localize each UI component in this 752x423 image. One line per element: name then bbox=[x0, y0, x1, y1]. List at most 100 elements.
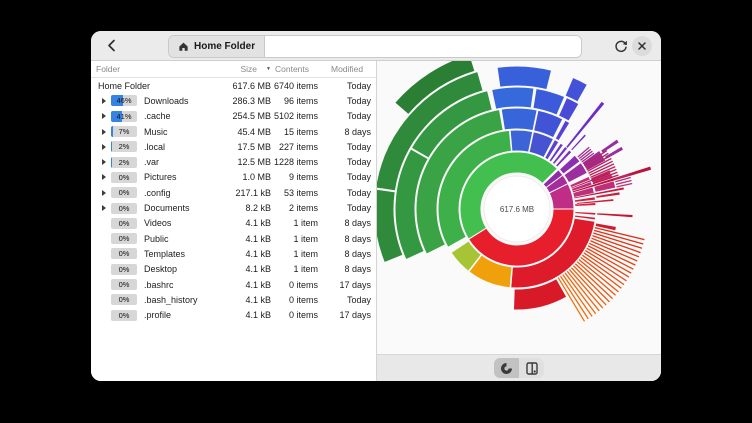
table-row[interactable]: 0% .profile4.1 kB0 items17 days bbox=[91, 307, 376, 322]
percent-bar: 2% bbox=[111, 141, 137, 152]
folder-name[interactable]: Templates bbox=[139, 249, 208, 259]
expander-icon[interactable] bbox=[102, 159, 106, 165]
folder-contents: 0 items bbox=[271, 310, 318, 320]
folder-contents: 96 items bbox=[271, 96, 318, 106]
column-header-modified[interactable]: Modified bbox=[318, 64, 371, 74]
expander-icon[interactable] bbox=[102, 144, 106, 150]
chart-arc-segment[interactable] bbox=[575, 212, 596, 216]
folder-name[interactable]: Home Folder bbox=[96, 81, 208, 91]
expander-cell[interactable] bbox=[96, 190, 111, 196]
percent-bar: 0% bbox=[111, 172, 137, 183]
folder-modified: 8 days bbox=[318, 234, 371, 244]
percent-bar: 0% bbox=[111, 203, 137, 214]
expander-cell[interactable] bbox=[96, 205, 111, 211]
folder-size: 17.5 MB bbox=[208, 142, 271, 152]
folder-contents: 9 items bbox=[271, 172, 318, 182]
rings-chart-button[interactable] bbox=[494, 358, 519, 378]
folder-modified: Today bbox=[318, 111, 371, 121]
table-row[interactable]: 0% .config217.1 kB53 itemsToday bbox=[91, 185, 376, 200]
percent-bar: 0% bbox=[111, 248, 137, 259]
table-row[interactable]: 41% .cache254.5 MB5102 itemsToday bbox=[91, 109, 376, 124]
table-row[interactable]: 0% Desktop4.1 kB1 item8 days bbox=[91, 262, 376, 277]
folder-name[interactable]: Downloads bbox=[139, 96, 208, 106]
folder-name[interactable]: Public bbox=[139, 234, 208, 244]
breadcrumb[interactable]: Home Folder bbox=[169, 36, 265, 57]
expander-icon[interactable] bbox=[102, 190, 106, 196]
rings-chart[interactable]: 617.6 MB bbox=[377, 61, 661, 355]
table-row[interactable]: 0% Templates4.1 kB1 item8 days bbox=[91, 246, 376, 261]
folder-size: 4.1 kB bbox=[208, 234, 271, 244]
folder-size: 4.1 kB bbox=[208, 295, 271, 305]
table-row[interactable]: 0% Documents8.2 kB2 itemsToday bbox=[91, 200, 376, 215]
table-row[interactable]: 0% .bashrc4.1 kB0 items17 days bbox=[91, 277, 376, 292]
folder-name[interactable]: Pictures bbox=[139, 172, 208, 182]
table-row[interactable]: 46% Downloads286.3 MB96 itemsToday bbox=[91, 93, 376, 108]
folder-modified: Today bbox=[318, 188, 371, 198]
folder-contents: 53 items bbox=[271, 188, 318, 198]
folder-modified: Today bbox=[318, 172, 371, 182]
folder-name[interactable]: .cache bbox=[139, 111, 208, 121]
titlebar: Home Folder bbox=[91, 31, 661, 61]
folder-modified: 8 days bbox=[318, 127, 371, 137]
table-row[interactable]: 0% Public4.1 kB1 item8 days bbox=[91, 231, 376, 246]
folder-name[interactable]: .config bbox=[139, 188, 208, 198]
table-row[interactable]: Home Folder617.6 MB6740 itemsToday bbox=[91, 78, 376, 93]
table-row[interactable]: 0% Videos4.1 kB1 item8 days bbox=[91, 216, 376, 231]
home-icon bbox=[178, 41, 189, 52]
expander-cell[interactable] bbox=[96, 159, 111, 165]
folder-modified: Today bbox=[318, 295, 371, 305]
expander-cell[interactable] bbox=[96, 174, 111, 180]
chart-arc-segment[interactable] bbox=[510, 130, 533, 152]
expander-icon[interactable] bbox=[102, 174, 106, 180]
location-entry[interactable] bbox=[265, 36, 581, 57]
table-row[interactable]: 2% .var12.5 MB1228 itemsToday bbox=[91, 154, 376, 169]
folder-name[interactable]: .var bbox=[139, 157, 208, 167]
percent-bar: 0% bbox=[111, 310, 137, 321]
folder-name[interactable]: Videos bbox=[139, 218, 208, 228]
percent-cell: 2% bbox=[111, 157, 139, 168]
expander-icon[interactable] bbox=[102, 205, 106, 211]
folder-contents: 6740 items bbox=[271, 81, 318, 91]
location-bar[interactable]: Home Folder bbox=[168, 35, 582, 58]
expander-cell[interactable] bbox=[96, 129, 111, 135]
folder-contents: 1 item bbox=[271, 218, 318, 228]
expander-cell[interactable] bbox=[96, 144, 111, 150]
folder-name[interactable]: .bash_history bbox=[139, 295, 208, 305]
folder-contents: 0 items bbox=[271, 295, 318, 305]
expander-icon[interactable] bbox=[102, 98, 106, 104]
close-button[interactable] bbox=[632, 36, 652, 56]
chart-arc-segment[interactable] bbox=[571, 134, 587, 151]
expander-cell[interactable] bbox=[96, 113, 111, 119]
folder-name[interactable]: .profile bbox=[139, 310, 208, 320]
table-row[interactable]: 7% Music45.4 MB15 items8 days bbox=[91, 124, 376, 139]
folder-name[interactable]: Documents bbox=[139, 203, 208, 213]
back-button[interactable] bbox=[99, 34, 123, 57]
percent-cell: 0% bbox=[111, 248, 139, 259]
table-row[interactable]: 2% .local17.5 MB227 itemsToday bbox=[91, 139, 376, 154]
chart-arc-segment[interactable] bbox=[492, 87, 534, 109]
percent-bar: 0% bbox=[111, 233, 137, 244]
folder-name[interactable]: Music bbox=[139, 127, 208, 137]
folder-name[interactable]: Desktop bbox=[139, 264, 208, 274]
treemap-chart-button[interactable] bbox=[519, 358, 544, 378]
column-header-folder[interactable]: Folder bbox=[96, 64, 208, 74]
chart-spike-segment[interactable] bbox=[597, 213, 633, 218]
folder-contents: 15 items bbox=[271, 127, 318, 137]
folder-name[interactable]: .bashrc bbox=[139, 280, 208, 290]
expander-cell[interactable] bbox=[96, 98, 111, 104]
chart-fan-line[interactable] bbox=[593, 233, 642, 248]
chart-arc-segment[interactable] bbox=[497, 66, 551, 90]
table-row[interactable]: 0% Pictures1.0 MB9 itemsToday bbox=[91, 170, 376, 185]
table-row[interactable]: 0% .bash_history4.1 kB0 itemsToday bbox=[91, 292, 376, 307]
folder-name[interactable]: .local bbox=[139, 142, 208, 152]
percent-bar: 46% bbox=[111, 95, 137, 106]
chart-arc-segment[interactable] bbox=[501, 108, 537, 131]
folder-size: 4.1 kB bbox=[208, 218, 271, 228]
expander-icon[interactable] bbox=[102, 129, 106, 135]
refresh-button[interactable] bbox=[609, 34, 633, 57]
table-header: Folder Size ▼ Contents Modified bbox=[91, 61, 376, 78]
expander-icon[interactable] bbox=[102, 113, 106, 119]
folder-contents: 1228 items bbox=[271, 157, 318, 167]
column-header-contents[interactable]: Contents bbox=[271, 64, 318, 74]
column-header-size[interactable]: Size ▼ bbox=[208, 64, 271, 74]
